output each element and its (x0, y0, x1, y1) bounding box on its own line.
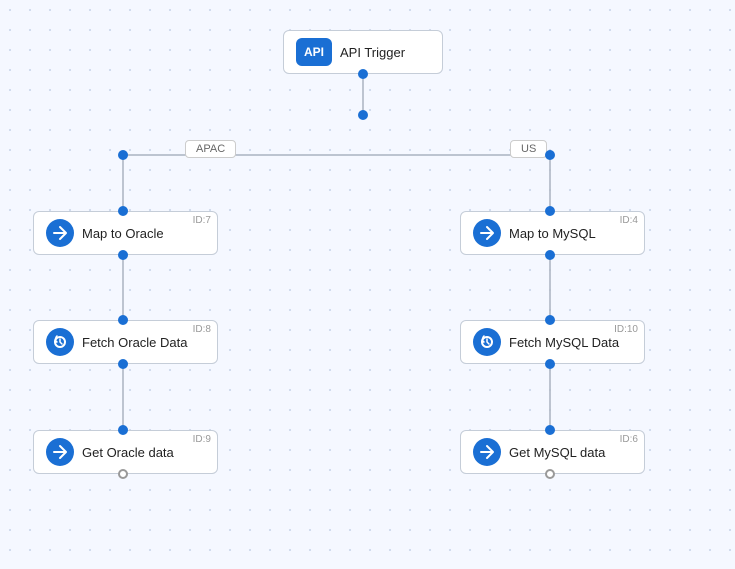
map-to-oracle-label: Map to Oracle (82, 226, 164, 241)
get-oracle-top-dot (118, 425, 128, 435)
map-to-oracle-bottom-dot (118, 250, 128, 260)
get-mysql-icon (473, 438, 501, 466)
get-oracle-id: ID:9 (193, 434, 211, 445)
map-to-oracle-node[interactable]: ID:7 Map to Oracle (33, 211, 218, 255)
right-branch-dot (545, 150, 555, 160)
map-to-mysql-top-dot (545, 206, 555, 216)
map-to-oracle-id: ID:7 (193, 215, 211, 226)
map-to-mysql-id: ID:4 (620, 215, 638, 226)
map-to-oracle-top-dot (118, 206, 128, 216)
fetch-oracle-icon (46, 328, 74, 356)
api-trigger-bottom-dot (358, 69, 368, 79)
map-to-mysql-icon (473, 219, 501, 247)
api-trigger-label: API Trigger (340, 45, 405, 60)
fetch-mysql-id: ID:10 (614, 324, 638, 335)
map-to-oracle-icon (46, 219, 74, 247)
left-branch-dot (118, 150, 128, 160)
api-trigger-node[interactable]: API API Trigger (283, 30, 443, 74)
flow-canvas: API API Trigger APAC US ID:7 Map to Orac… (0, 0, 735, 569)
get-mysql-id: ID:6 (620, 434, 638, 445)
map-to-mysql-node[interactable]: ID:4 Map to MySQL (460, 211, 645, 255)
get-oracle-icon (46, 438, 74, 466)
fetch-oracle-id: ID:8 (193, 324, 211, 335)
fetch-oracle-top-dot (118, 315, 128, 325)
apac-branch-label: APAC (185, 140, 236, 158)
fetch-mysql-icon (473, 328, 501, 356)
fetch-mysql-node[interactable]: ID:10 Fetch MySQL Data (460, 320, 645, 364)
fetch-mysql-bottom-dot (545, 359, 555, 369)
map-to-mysql-label: Map to MySQL (509, 226, 596, 241)
fetch-mysql-label: Fetch MySQL Data (509, 335, 619, 350)
fetch-mysql-top-dot (545, 315, 555, 325)
get-oracle-bottom-dot (118, 469, 128, 479)
branch-split-dot (358, 110, 368, 120)
get-mysql-bottom-dot (545, 469, 555, 479)
connections-svg (0, 0, 735, 569)
get-mysql-node[interactable]: ID:6 Get MySQL data (460, 430, 645, 474)
get-oracle-node[interactable]: ID:9 Get Oracle data (33, 430, 218, 474)
fetch-oracle-bottom-dot (118, 359, 128, 369)
fetch-oracle-node[interactable]: ID:8 Fetch Oracle Data (33, 320, 218, 364)
get-mysql-top-dot (545, 425, 555, 435)
get-oracle-label: Get Oracle data (82, 445, 174, 460)
fetch-oracle-label: Fetch Oracle Data (82, 335, 188, 350)
api-icon: API (296, 38, 332, 66)
get-mysql-label: Get MySQL data (509, 445, 605, 460)
map-to-mysql-bottom-dot (545, 250, 555, 260)
us-branch-label: US (510, 140, 547, 158)
